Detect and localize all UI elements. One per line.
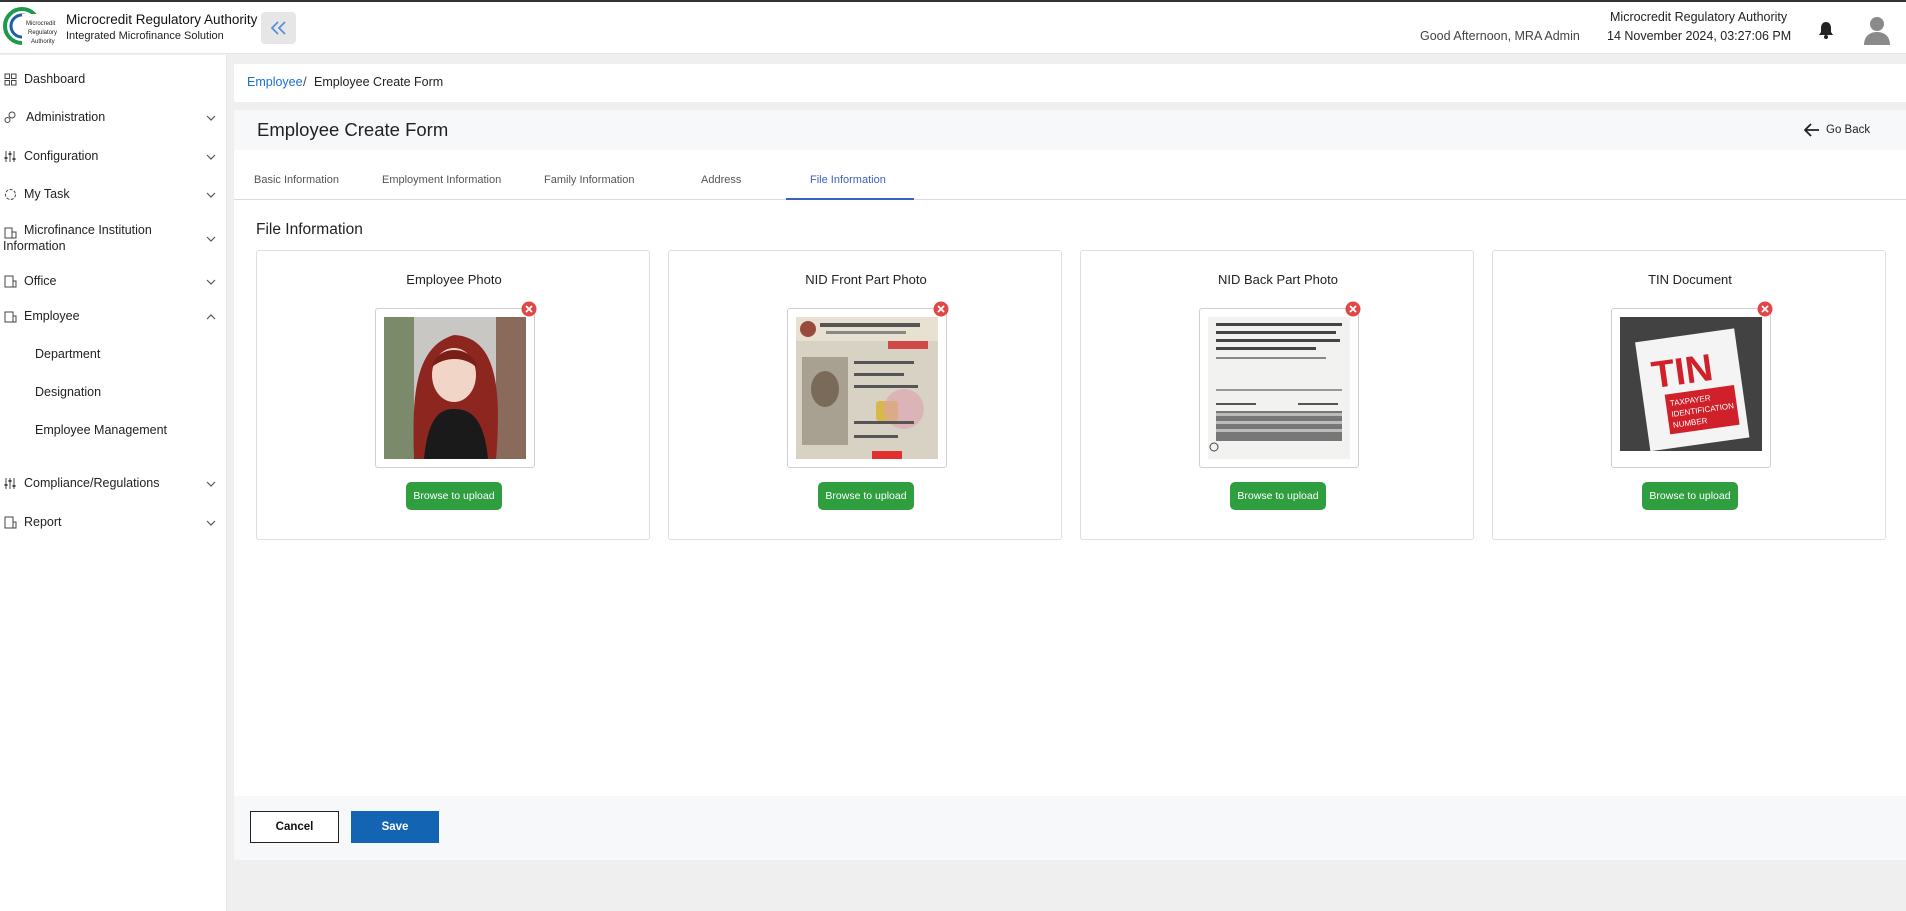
go-back-label: Go Back [1826,124,1871,136]
active-tab-indicator [786,198,914,200]
sidebar-item-my-task[interactable]: My Task [0,180,227,210]
remove-file-icon[interactable] [521,301,537,317]
task-circle-icon [5,189,16,200]
sidebar-item-administration[interactable]: Administration [0,103,227,133]
card-title: NID Front Part Photo [805,272,927,287]
breadcrumb-current: Employee Create Form [314,75,444,89]
chevron-down-icon [206,192,216,198]
form-tabs: Basic Information Employment Information… [234,158,1906,200]
tin-document-preview: TIN TAXPAYER IDENTIFICATION NUMBER [1611,308,1771,468]
card-title: NID Back Part Photo [1218,272,1338,287]
report-icon [4,516,17,529]
chevron-down-icon [206,236,216,242]
sidebar-item-label: Dashboard [24,72,86,86]
chevron-down-icon [206,115,216,121]
tin-document-image: TIN TAXPAYER IDENTIFICATION NUMBER [1620,317,1762,459]
office-icon [4,275,17,288]
portrait-image [384,317,526,459]
sidebar-item-label: Employee [24,309,80,323]
chevron-up-icon [206,314,216,320]
tab-family-information[interactable]: Family Information [544,174,634,186]
user-avatar-icon[interactable] [1862,14,1892,46]
browse-upload-button[interactable]: Browse to upload [406,482,502,510]
employee-photo-preview [375,308,535,468]
sidebar-item-label: Report [24,515,62,529]
breadcrumb-employee-link[interactable]: Employee [247,75,303,89]
remove-file-icon[interactable] [1757,301,1773,317]
cancel-button[interactable]: Cancel [250,811,339,843]
breadcrumb: Employee / Employee Create Form [234,64,1906,102]
current-datetime: 14 November 2024, 03:27:06 PM [1607,29,1792,43]
chevron-down-icon [206,481,216,487]
save-button[interactable]: Save [351,811,439,843]
card-title: Employee Photo [406,272,502,287]
sidebar-item-employee[interactable]: Employee [0,302,227,332]
org-name: Microcredit Regulatory Authority [1610,10,1788,24]
upload-card-nid-back: NID Back Part Photo Browse to upload [1080,250,1474,540]
remove-file-icon[interactable] [933,301,949,317]
main-content: Employee Create Form Go Back Basic Infor… [234,110,1906,860]
app-header: Microcredit Regulatory Authority Microcr… [0,2,1906,54]
svg-text:Microcredit: Microcredit [26,21,56,27]
sidebar-item-configuration[interactable]: Configuration [0,142,227,172]
browse-upload-button[interactable]: Browse to upload [1642,482,1738,510]
tab-employment-information[interactable]: Employment Information [382,174,501,186]
app-subtitle: Integrated Microfinance Solution [66,30,224,42]
page-title-bar: Employee Create Form Go Back [234,110,1906,150]
sidebar-subitem-employee-management[interactable]: Employee Management [35,423,167,437]
sidebar-item-compliance[interactable]: Compliance/Regulations [0,469,227,499]
remove-file-icon[interactable] [1345,301,1361,317]
nid-back-image [1208,317,1350,459]
arrow-left-icon [1804,123,1819,137]
sliders-icon [4,478,16,489]
tab-basic-information[interactable]: Basic Information [254,174,339,186]
nid-front-image [796,317,938,459]
sidebar-item-dashboard[interactable]: Dashboard [0,65,227,95]
chevron-down-icon [206,279,216,285]
employee-icon [4,311,17,323]
sidebar-item-label: My Task [24,187,70,201]
chevron-down-icon [206,154,216,160]
browse-upload-button[interactable]: Browse to upload [818,482,914,510]
upload-card-tin-document: TIN Document TIN TAXPAYER IDENTIFICATION… [1492,250,1886,540]
sidebar-item-label-line2: Information [3,239,66,253]
sidebar-item-office[interactable]: Office [0,267,227,297]
sliders-icon [4,151,16,162]
sidebar-item-label: Compliance/Regulations [24,476,160,490]
go-back-button[interactable]: Go Back [1804,120,1870,140]
sidebar-subitem-department[interactable]: Department [35,347,100,361]
sidebar-item-label: Administration [26,110,106,124]
form-footer: Cancel Save [234,796,1906,860]
card-title: TIN Document [1648,272,1732,287]
browse-upload-button[interactable]: Browse to upload [1230,482,1326,510]
double-chevron-left-icon [270,21,286,35]
grid-icon [4,73,17,86]
page-title: Employee Create Form [257,119,449,140]
svg-text:Authority: Authority [31,39,55,45]
svg-text:Regulatory: Regulatory [28,30,57,36]
nid-front-preview [787,308,947,468]
chevron-down-icon [206,520,216,526]
sidebar-subitem-designation[interactable]: Designation [35,385,101,399]
nid-back-preview [1199,308,1359,468]
upload-card-nid-front: NID Front Part Photo Browse to upload [668,250,1062,540]
sidebar-item-microfinance-institution[interactable]: Microfinance Institution Information [0,223,227,255]
upload-card-employee-photo: Employee Photo Browse to upload [256,250,650,540]
sidebar-item-report[interactable]: Report [0,508,227,538]
sidebar-item-label: Configuration [24,149,99,163]
users-gear-icon [4,111,16,123]
collapse-sidebar-button[interactable] [261,12,296,44]
mra-logo: Microcredit Regulatory Authority [3,7,60,48]
notification-bell-icon[interactable] [1816,20,1836,40]
sidebar-item-label: Office [24,274,57,288]
section-title: File Information [256,221,363,238]
sidebar: Dashboard Administration Configuration M… [0,55,227,911]
building-icon [4,227,17,239]
tab-address[interactable]: Address [701,174,741,186]
tab-file-information[interactable]: File Information [810,174,886,186]
greeting-text: Good Afternoon, MRA Admin [1420,29,1580,43]
breadcrumb-separator: / [303,74,307,89]
sidebar-item-label: Microfinance Institution [24,223,152,237]
app-title: Microcredit Regulatory Authority [66,12,258,27]
